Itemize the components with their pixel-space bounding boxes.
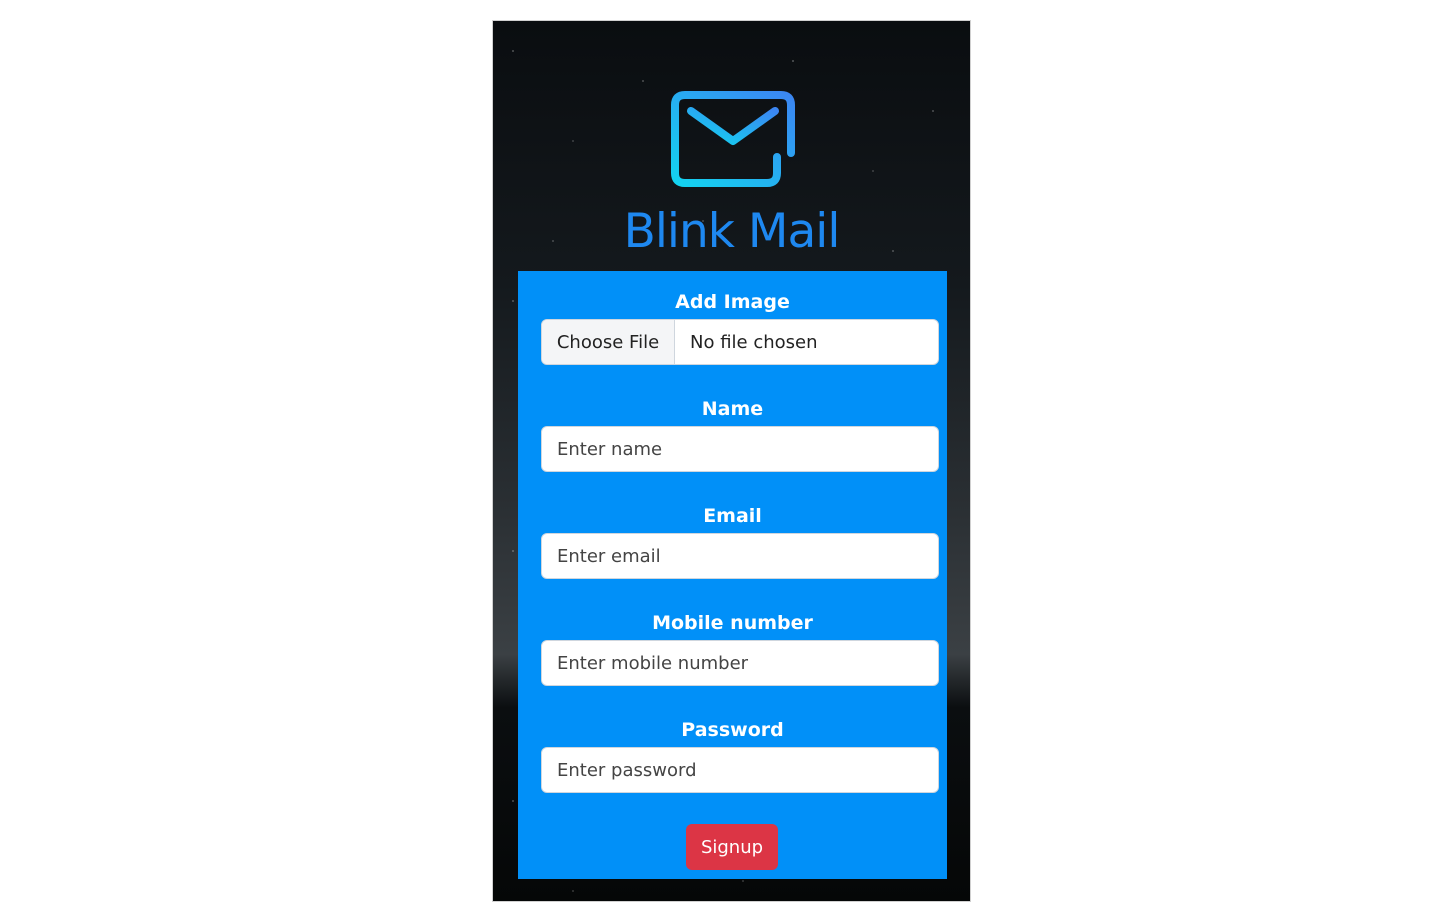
signup-button[interactable]: Signup: [686, 824, 778, 870]
mobile-label: Mobile number: [652, 612, 813, 634]
email-input[interactable]: [541, 533, 939, 579]
envelope-icon: [671, 91, 795, 187]
signup-form: Add Image Choose File No file chosen Nam…: [518, 271, 947, 879]
image-file-input[interactable]: Choose File No file chosen: [541, 319, 939, 365]
mobile-input[interactable]: [541, 640, 939, 686]
password-label: Password: [681, 719, 784, 741]
signup-card: Blink Mail Add Image Choose File No file…: [492, 20, 971, 902]
choose-file-button[interactable]: Choose File: [542, 320, 675, 364]
email-label: Email: [703, 505, 762, 527]
name-input[interactable]: [541, 426, 939, 472]
name-label: Name: [701, 398, 764, 420]
app-title: Blink Mail: [623, 204, 841, 259]
file-status-text: No file chosen: [690, 331, 818, 353]
add-image-label: Add Image: [675, 291, 790, 313]
password-input[interactable]: [541, 747, 939, 793]
